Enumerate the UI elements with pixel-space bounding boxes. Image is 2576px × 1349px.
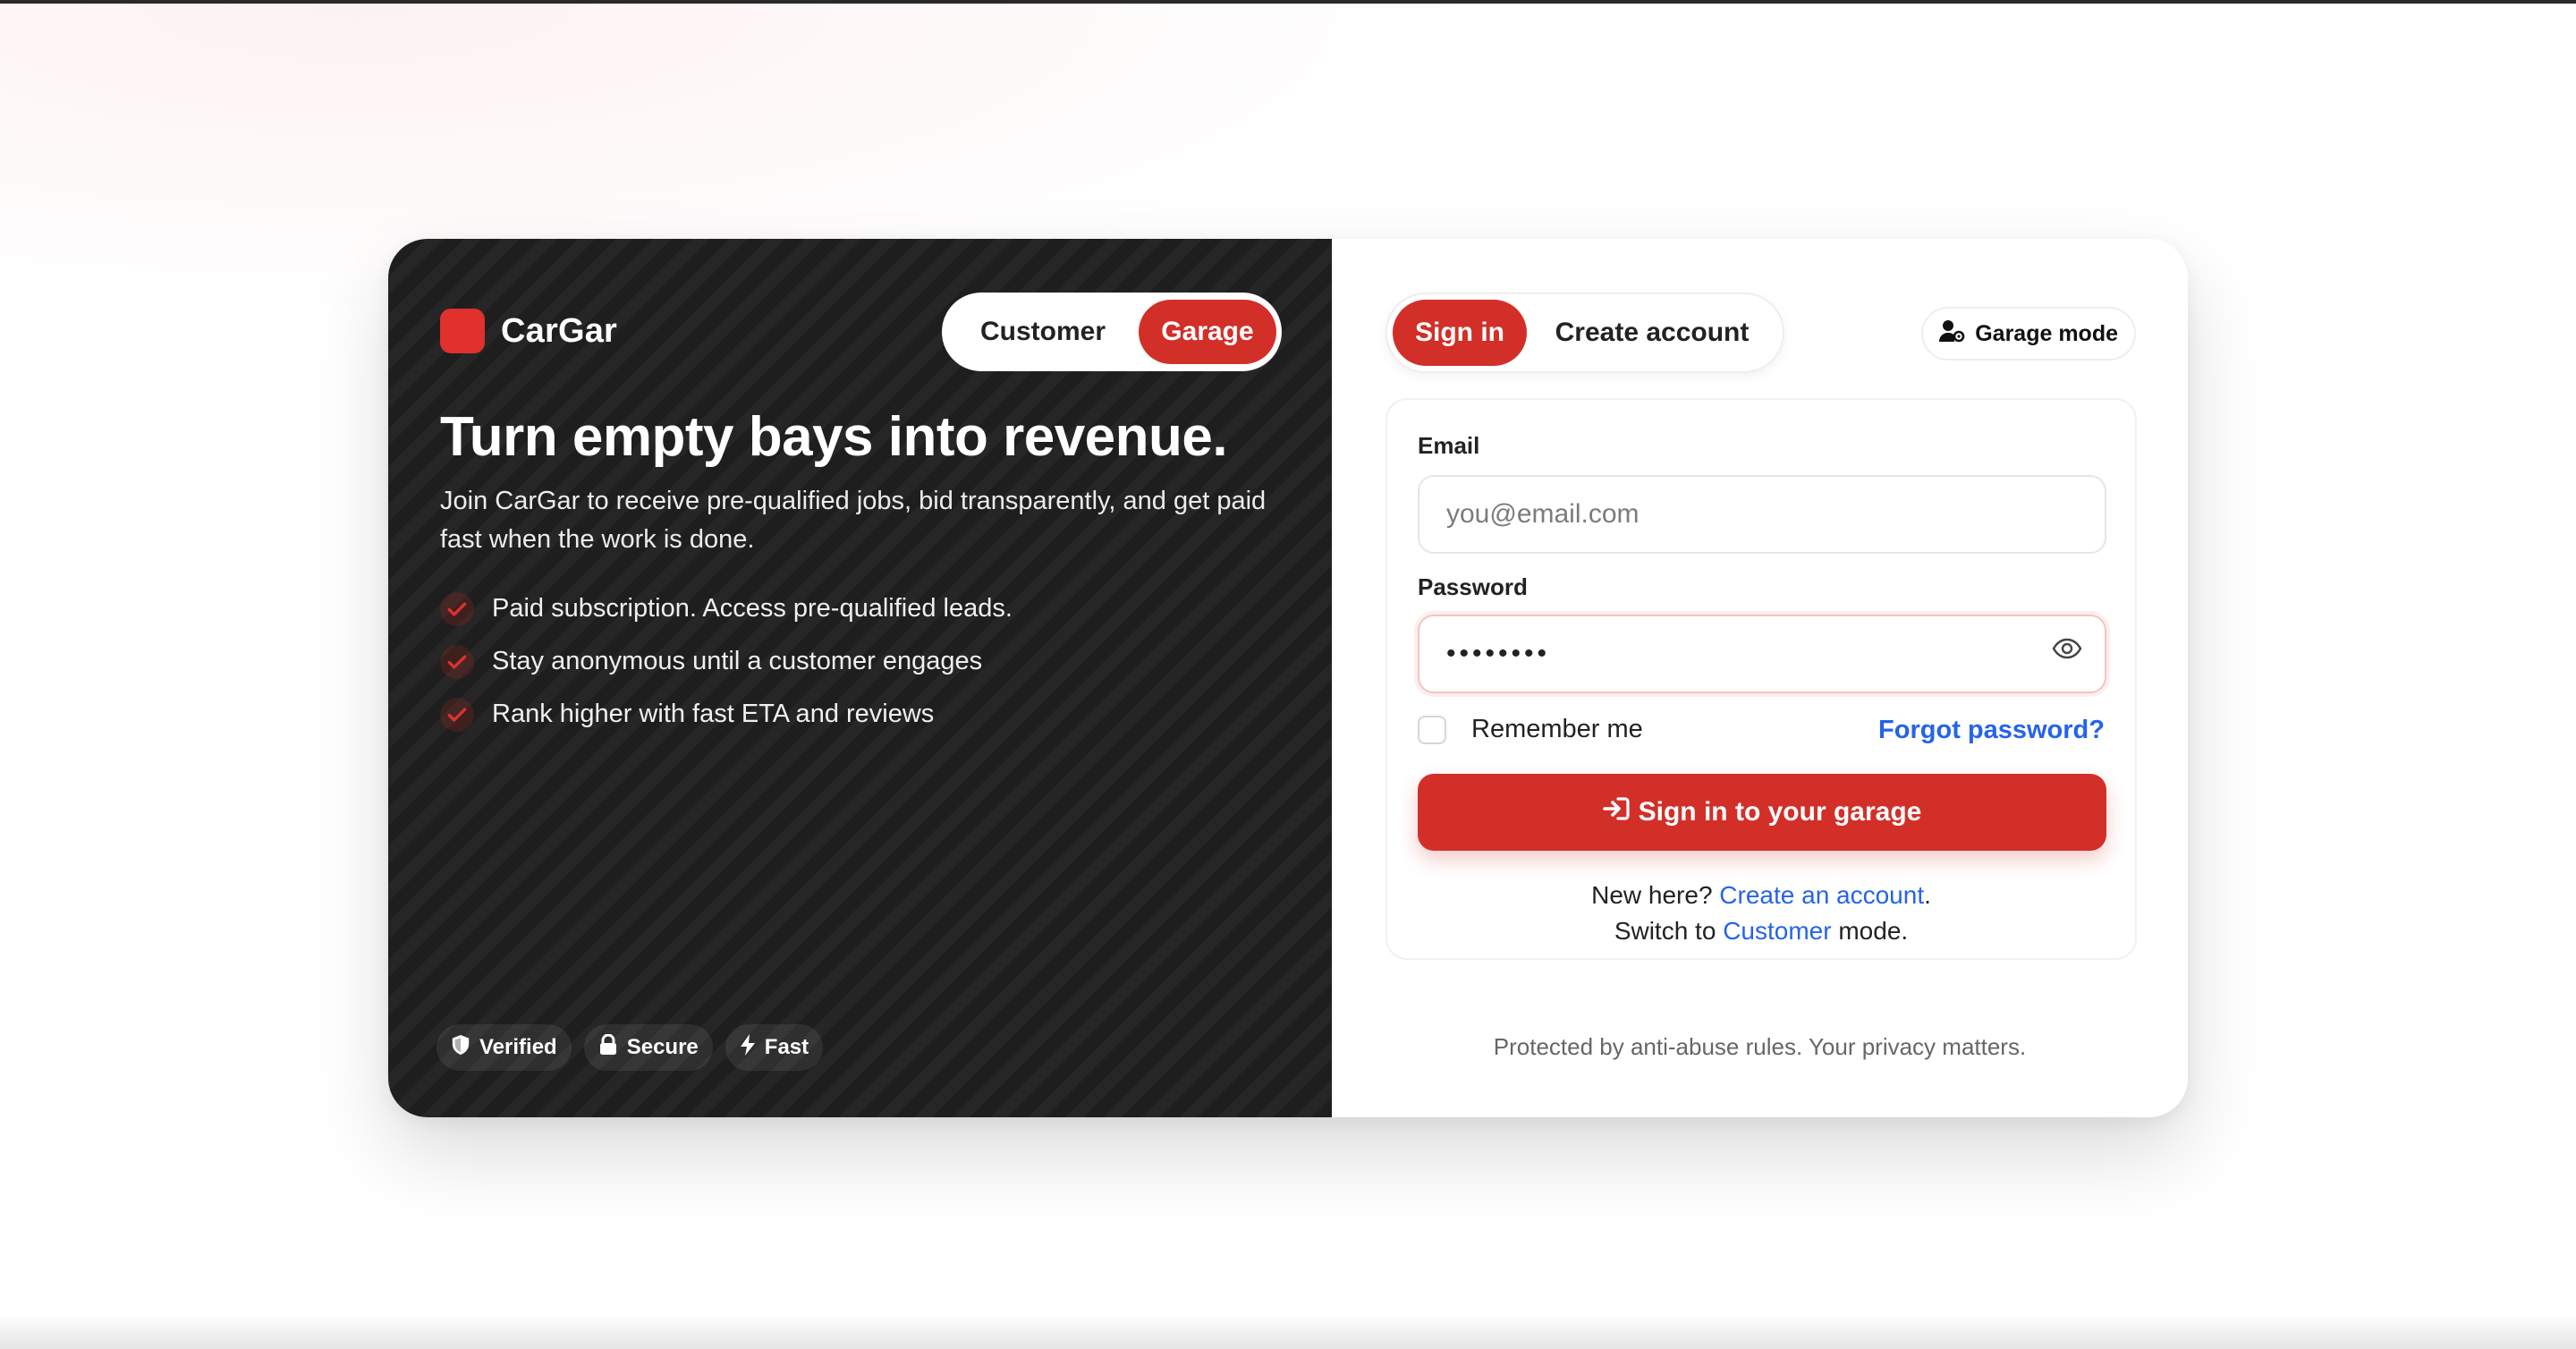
tab-create-account[interactable]: Create account (1527, 300, 1777, 366)
badge-label: Secure (626, 1035, 699, 1059)
create-account-link[interactable]: Create an account (1719, 881, 1924, 909)
check-icon (440, 697, 474, 732)
badge-label: Verified (479, 1035, 557, 1059)
switch-mode-text: Switch to Customer mode. (1387, 917, 2135, 946)
hero-subtext: Join CarGar to receive pre-qualified job… (440, 487, 1267, 554)
role-customer-option[interactable]: Customer (947, 300, 1139, 364)
hero-panel: CarGar Customer Garage Turn empty bays i… (388, 239, 1332, 1117)
remember-checkbox[interactable] (1418, 715, 1446, 744)
new-here-prefix: New here? (1591, 881, 1713, 909)
auth-card: CarGar Customer Garage Turn empty bays i… (388, 239, 2188, 1117)
tab-sign-in[interactable]: Sign in (1393, 300, 1527, 366)
password-label: Password (1418, 573, 1528, 600)
shield-icon (451, 1034, 470, 1062)
password-field[interactable] (1418, 615, 2106, 693)
new-here-text: New here? Create an account. (1387, 881, 2135, 910)
forgot-password-link[interactable]: Forgot password? (1878, 715, 2105, 745)
check-icon (440, 591, 474, 626)
brand-logo (440, 309, 485, 353)
garage-mode-button[interactable]: Garage mode (1921, 307, 2136, 361)
feature-item: Stay anonymous until a customer engages (440, 635, 1013, 688)
sign-in-submit-label: Sign in to your garage (1638, 797, 1922, 827)
feature-text: Paid subscription. Access pre-qualified … (492, 594, 1013, 623)
badge-verified: Verified (436, 1024, 572, 1071)
auth-tabs: Sign in Create account (1385, 293, 1784, 373)
feature-item: Rank higher with fast ETA and reviews (440, 688, 1013, 741)
page: { "brand": { "name": "CarGar" }, "role_t… (0, 0, 2576, 1349)
feature-text: Rank higher with fast ETA and reviews (492, 700, 935, 728)
remember-me: Remember me (1418, 715, 1643, 744)
switch-prefix: Switch to (1614, 917, 1716, 945)
brand-name: CarGar (501, 311, 618, 350)
feature-text: Stay anonymous until a customer engages (492, 647, 983, 675)
sign-in-form: Email Password Remember me Forgot passwo… (1385, 398, 2137, 960)
badge-label: Fast (764, 1035, 809, 1059)
bolt-icon (740, 1033, 756, 1062)
role-toggle: Customer Garage (942, 293, 1282, 371)
hero-headline: Turn empty bays into revenue. (440, 406, 1228, 468)
period: . (1924, 881, 1931, 909)
brand: CarGar (440, 309, 617, 353)
bottom-shade (0, 1313, 2576, 1349)
feature-list: Paid subscription. Access pre-qualified … (440, 582, 1013, 741)
lock-icon (598, 1033, 618, 1062)
role-garage-option[interactable]: Garage (1139, 300, 1276, 364)
email-label: Email (1418, 432, 1480, 459)
sign-in-submit-button[interactable]: Sign in to your garage (1418, 774, 2106, 851)
switch-suffix: mode. (1838, 917, 1909, 945)
email-field[interactable] (1418, 475, 2106, 554)
user-gear-icon (1939, 319, 1966, 349)
switch-customer-link[interactable]: Customer (1723, 917, 1831, 945)
trust-badges: Verified Secure Fast (436, 1024, 824, 1071)
privacy-footnote: Protected by anti-abuse rules. Your priv… (1493, 1033, 2027, 1060)
garage-mode-label: Garage mode (1975, 320, 2118, 346)
auth-panel: Sign in Create account Garage mode Email… (1332, 239, 2188, 1117)
badge-fast: Fast (724, 1024, 824, 1071)
remember-label: Remember me (1471, 715, 1643, 743)
feature-item: Paid subscription. Access pre-qualified … (440, 582, 1013, 635)
eye-icon[interactable] (2049, 631, 2085, 666)
check-icon (440, 644, 474, 679)
badge-secure: Secure (583, 1024, 713, 1071)
sign-in-arrow-icon (1602, 796, 1630, 828)
